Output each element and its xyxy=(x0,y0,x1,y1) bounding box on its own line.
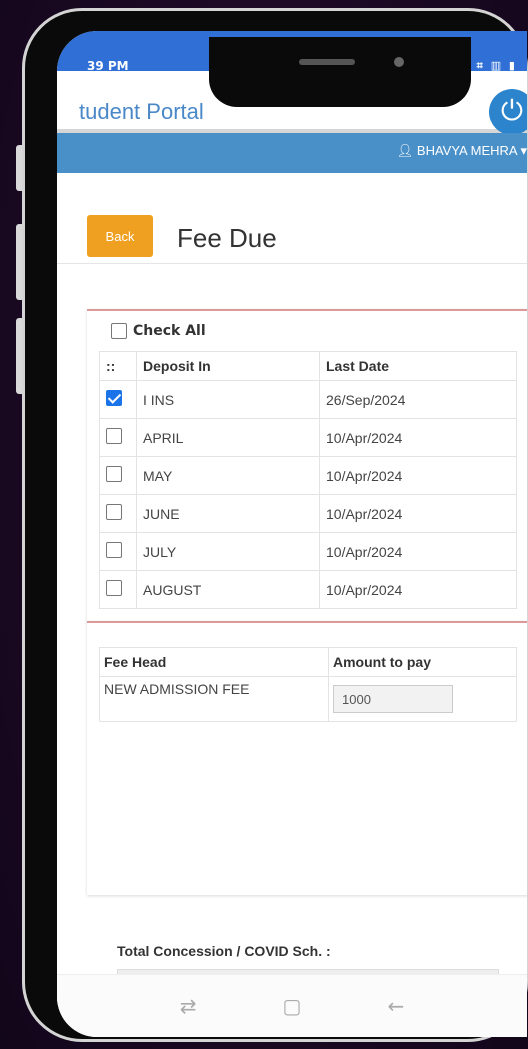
fee-head-table: Fee Head Amount to pay NEW ADMISSION FEE xyxy=(99,647,517,722)
last-date-cell: 10/Apr/2024 xyxy=(319,570,517,609)
table-row[interactable]: JULY 10/Apr/2024 xyxy=(99,532,517,571)
deposit-in-cell: APRIL xyxy=(136,418,320,457)
phone-screen: 39 PM ⊙ ⌗ ▥ ▮ tudent Portal ⏻ 👤︎ BHAVYA … xyxy=(57,31,527,1037)
user-bar: 👤︎ BHAVYA MEHRA ▾ xyxy=(57,133,527,173)
check-all[interactable]: Check All xyxy=(111,323,206,339)
row-checkbox[interactable] xyxy=(106,504,122,520)
table-row: NEW ADMISSION FEE xyxy=(99,676,517,722)
deposit-in-cell: I INS xyxy=(136,380,320,419)
deposit-in-cell: JULY xyxy=(136,532,320,571)
table-header-row: :: Deposit In Last Date xyxy=(99,351,517,381)
last-date-cell: 10/Apr/2024 xyxy=(319,456,517,495)
fee-due-card: Check All :: Deposit In Last Date I INS … xyxy=(87,309,527,623)
deposit-in-cell: JUNE xyxy=(136,494,320,533)
power-icon[interactable]: ⏻ xyxy=(489,89,527,135)
row-checkbox[interactable] xyxy=(106,580,122,596)
table-row[interactable]: JUNE 10/Apr/2024 xyxy=(99,494,517,533)
page-title: Fee Due xyxy=(177,223,277,253)
phone-notch xyxy=(209,37,471,107)
user-icon: 👤︎ xyxy=(396,143,414,158)
check-all-checkbox[interactable] xyxy=(111,323,127,339)
user-name: BHAVYA MEHRA xyxy=(416,143,517,158)
due-table: :: Deposit In Last Date I INS 26/Sep/202… xyxy=(99,351,517,609)
fee-head-card: Fee Head Amount to pay NEW ADMISSION FEE xyxy=(87,621,527,895)
col-header-fee-head: Fee Head xyxy=(99,647,329,677)
row-checkbox[interactable] xyxy=(106,390,122,406)
row-checkbox[interactable] xyxy=(106,542,122,558)
last-date-cell: 10/Apr/2024 xyxy=(319,532,517,571)
back-button[interactable]: Back xyxy=(87,215,153,257)
last-date-cell: 26/Sep/2024 xyxy=(319,380,517,419)
table-row[interactable]: APRIL 10/Apr/2024 xyxy=(99,418,517,457)
android-nav-bar: ⇄ ▢ ← xyxy=(57,974,527,1037)
concession-label: Total Concession / COVID Sch. : xyxy=(117,943,331,959)
front-camera xyxy=(394,57,404,67)
recent-apps-icon[interactable]: ⇄ xyxy=(180,994,197,1018)
home-icon[interactable]: ▢ xyxy=(283,994,302,1018)
row-checkbox[interactable] xyxy=(106,428,122,444)
deposit-in-cell: MAY xyxy=(136,456,320,495)
page-header: Back Fee Due xyxy=(57,173,527,264)
speaker-grille xyxy=(299,59,355,65)
phone-frame: 39 PM ⊙ ⌗ ▥ ▮ tudent Portal ⏻ 👤︎ BHAVYA … xyxy=(22,8,528,1042)
col-header-select: :: xyxy=(99,351,137,381)
table-header-row: Fee Head Amount to pay xyxy=(99,647,517,677)
table-row[interactable]: MAY 10/Apr/2024 xyxy=(99,456,517,495)
row-checkbox[interactable] xyxy=(106,466,122,482)
col-header-amount: Amount to pay xyxy=(328,647,517,677)
table-row[interactable]: I INS 26/Sep/2024 xyxy=(99,380,517,419)
caret-down-icon: ▾ xyxy=(520,143,527,158)
last-date-cell: 10/Apr/2024 xyxy=(319,494,517,533)
check-all-label: Check All xyxy=(133,323,206,339)
col-header-last-date: Last Date xyxy=(319,351,517,381)
user-menu[interactable]: 👤︎ BHAVYA MEHRA ▾ xyxy=(397,143,527,159)
col-header-deposit-in: Deposit In xyxy=(136,351,320,381)
deposit-in-cell: AUGUST xyxy=(136,570,320,609)
app-title: tudent Portal xyxy=(79,99,204,124)
fee-head-cell: NEW ADMISSION FEE xyxy=(99,676,329,722)
amount-input[interactable] xyxy=(333,685,453,713)
last-date-cell: 10/Apr/2024 xyxy=(319,418,517,457)
table-row[interactable]: AUGUST 10/Apr/2024 xyxy=(99,570,517,609)
back-arrow-icon[interactable]: ← xyxy=(387,994,404,1018)
